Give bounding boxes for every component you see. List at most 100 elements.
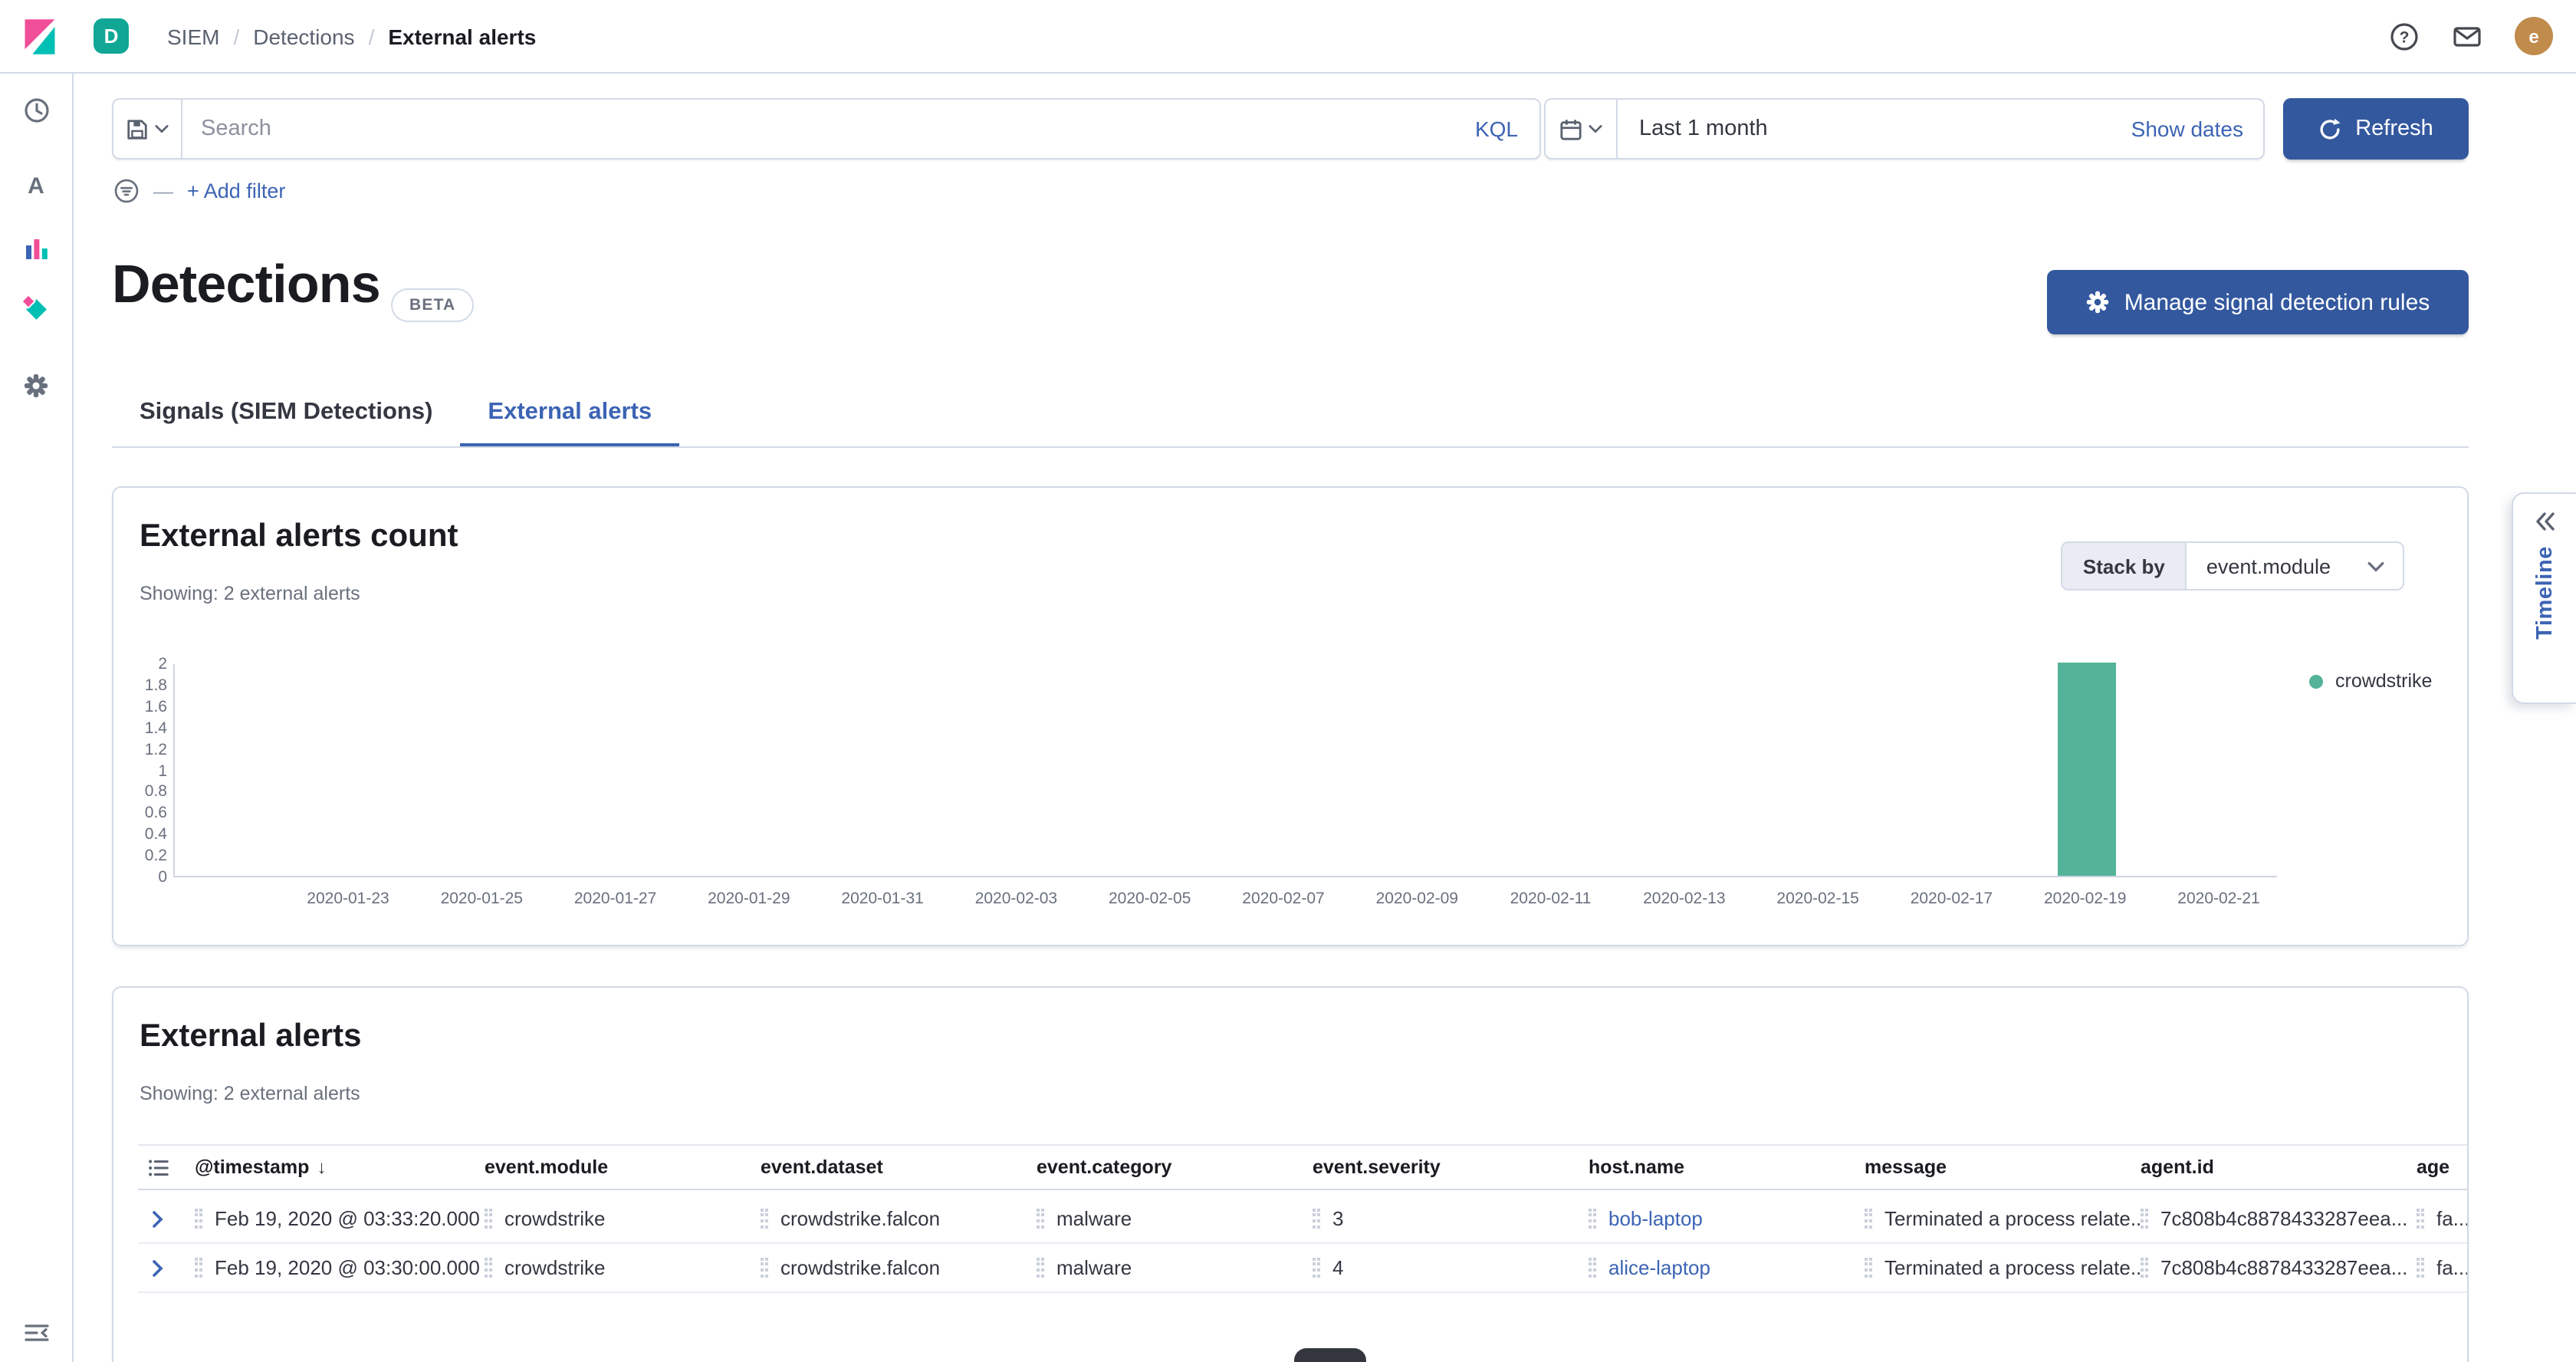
table-cell[interactable]: alice-laptop	[1589, 1256, 1865, 1279]
table-cell[interactable]: crowdstrike.falcon	[761, 1256, 1037, 1279]
column-header[interactable]: event.category	[1037, 1156, 1313, 1178]
table-cell[interactable]: fa...	[2417, 1256, 2467, 1279]
svg-text:?: ?	[2400, 28, 2410, 46]
host-link[interactable]: bob-laptop	[1608, 1207, 1703, 1230]
collapse-nav-icon[interactable]	[12, 1308, 61, 1357]
drag-handle[interactable]	[1589, 1258, 1596, 1278]
drag-handle[interactable]	[2141, 1209, 2148, 1229]
y-axis-label: 0	[158, 868, 167, 887]
cell-value: crowdstrike.falcon	[780, 1256, 940, 1279]
drag-handle[interactable]	[1037, 1209, 1044, 1229]
external-alerts-count-panel: External alerts count Showing: 2 externa…	[112, 486, 2469, 946]
table-cell[interactable]: 7c808b4c8878433287eea...	[2141, 1207, 2417, 1230]
drag-handle[interactable]	[1589, 1209, 1596, 1229]
expand-row-button[interactable]	[138, 1209, 195, 1228]
space-switcher-badge[interactable]: D	[94, 18, 129, 54]
stack-by-select[interactable]: event.module	[2187, 543, 2403, 589]
filter-bar: — + Add filter	[113, 175, 285, 206]
table-cell[interactable]: Terminated a process relate...	[1865, 1256, 2141, 1279]
show-dates-button[interactable]: Show dates	[2111, 117, 2263, 141]
chevron-down-icon	[2367, 561, 2384, 571]
cell-value: 7c808b4c8878433287eea...	[2160, 1256, 2407, 1279]
column-header[interactable]: @timestamp↓	[195, 1156, 485, 1178]
tab-external-alerts[interactable]: External alerts	[460, 383, 679, 446]
column-header[interactable]: message	[1865, 1156, 2141, 1178]
kibana-logo[interactable]	[20, 16, 60, 56]
siem-app-icon[interactable]	[12, 284, 61, 333]
drag-handle[interactable]	[195, 1258, 202, 1278]
manage-signal-detection-rules-button[interactable]: Manage signal detection rules	[2047, 270, 2469, 334]
legend-label[interactable]: crowdstrike	[2335, 670, 2432, 692]
x-axis-label: 2020-01-29	[708, 890, 790, 908]
sidebar-item-app-a[interactable]: A	[12, 161, 61, 210]
breadcrumb-item[interactable]: Detections	[253, 24, 354, 48]
newsfeed-icon[interactable]	[2452, 21, 2482, 51]
drag-handle[interactable]	[2141, 1258, 2148, 1278]
drag-handle[interactable]	[761, 1209, 768, 1229]
drag-handle[interactable]	[485, 1258, 492, 1278]
table-cell[interactable]: 4	[1313, 1256, 1589, 1279]
table-cell[interactable]: fa...	[2417, 1207, 2467, 1230]
search-bar: KQL	[112, 98, 1541, 160]
column-header[interactable]: agent.id	[2141, 1156, 2417, 1178]
table-cell[interactable]: crowdstrike	[485, 1207, 761, 1230]
kql-language-button[interactable]: KQL	[1454, 117, 1539, 141]
recently-viewed-icon[interactable]	[12, 86, 61, 135]
cell-value: 4	[1332, 1256, 1343, 1279]
column-header[interactable]: event.module	[485, 1156, 761, 1178]
filter-options-icon[interactable]	[113, 177, 140, 203]
drag-handle[interactable]	[761, 1258, 768, 1278]
saved-query-menu-button[interactable]	[113, 100, 182, 158]
breadcrumb-item[interactable]: SIEM	[167, 24, 219, 48]
column-header[interactable]: host.name	[1589, 1156, 1865, 1178]
table-cell[interactable]: crowdstrike	[485, 1256, 761, 1279]
column-header[interactable]: age	[2417, 1156, 2467, 1178]
host-link[interactable]: alice-laptop	[1608, 1256, 1710, 1279]
search-input[interactable]	[182, 117, 1454, 141]
expand-row-button[interactable]	[138, 1258, 195, 1277]
panel-title: External alerts	[140, 1018, 362, 1055]
time-range-value[interactable]: Last 1 month	[1618, 117, 2111, 141]
table-cell[interactable]: Terminated a process relate...	[1865, 1207, 2141, 1230]
cell-value: Terminated a process relate...	[1884, 1256, 2141, 1279]
column-header[interactable]: event.dataset	[761, 1156, 1037, 1178]
table-cell[interactable]: 7c808b4c8878433287eea...	[2141, 1256, 2417, 1279]
table-cell[interactable]: crowdstrike.falcon	[761, 1207, 1037, 1230]
bar-crowdstrike[interactable]	[2058, 663, 2116, 876]
table-cell[interactable]: 3	[1313, 1207, 1589, 1230]
drag-handle[interactable]	[1865, 1258, 1872, 1278]
refresh-button[interactable]: Refresh	[2283, 98, 2469, 160]
drag-handle[interactable]	[1865, 1209, 1872, 1229]
drag-handle[interactable]	[195, 1209, 202, 1229]
table-cell[interactable]: Feb 19, 2020 @ 03:33:20.000	[195, 1207, 485, 1230]
x-axis-label: 2020-02-19	[2044, 890, 2126, 908]
table-cell[interactable]: malware	[1037, 1207, 1313, 1230]
drag-handle[interactable]	[2417, 1258, 2424, 1278]
breadcrumb-separator: /	[369, 24, 375, 48]
user-avatar[interactable]: e	[2515, 17, 2553, 55]
quick-select-calendar-button[interactable]	[1546, 100, 1618, 158]
drag-handle[interactable]	[485, 1209, 492, 1229]
drag-handle[interactable]	[1313, 1258, 1320, 1278]
drag-handle[interactable]	[1037, 1258, 1044, 1278]
tab-signals-siem-detections-[interactable]: Signals (SIEM Detections)	[112, 383, 460, 446]
drag-handle[interactable]	[2417, 1209, 2424, 1229]
y-axis-label: 1.2	[145, 740, 167, 758]
table-cell[interactable]: Feb 19, 2020 @ 03:30:00.000	[195, 1256, 485, 1279]
analytics-icon[interactable]	[12, 224, 61, 273]
timeline-toggle-button[interactable]: Timeline	[2512, 492, 2576, 704]
add-filter-button[interactable]: + Add filter	[187, 179, 285, 202]
column-header[interactable]: event.severity	[1313, 1156, 1589, 1178]
management-gear-icon[interactable]	[12, 360, 61, 410]
table-cell[interactable]: bob-laptop	[1589, 1207, 1865, 1230]
table-row: Feb 19, 2020 @ 03:30:00.000crowdstrike cr…	[138, 1244, 2467, 1293]
panel-title: External alerts count	[140, 518, 458, 555]
tabs: Signals (SIEM Detections)External alerts	[112, 383, 2469, 448]
table-cell[interactable]: malware	[1037, 1256, 1313, 1279]
x-axis-label: 2020-02-11	[1510, 890, 1592, 908]
help-icon[interactable]: ?	[2389, 21, 2420, 51]
drag-handle[interactable]	[1313, 1209, 1320, 1229]
fields-browser-button[interactable]	[138, 1156, 195, 1179]
alerts-count-chart: 21.81.61.41.210.80.60.40.20 2020-01-2320…	[138, 664, 2446, 917]
external-alerts-table-panel: External alerts Showing: 2 external aler…	[112, 986, 2469, 1362]
